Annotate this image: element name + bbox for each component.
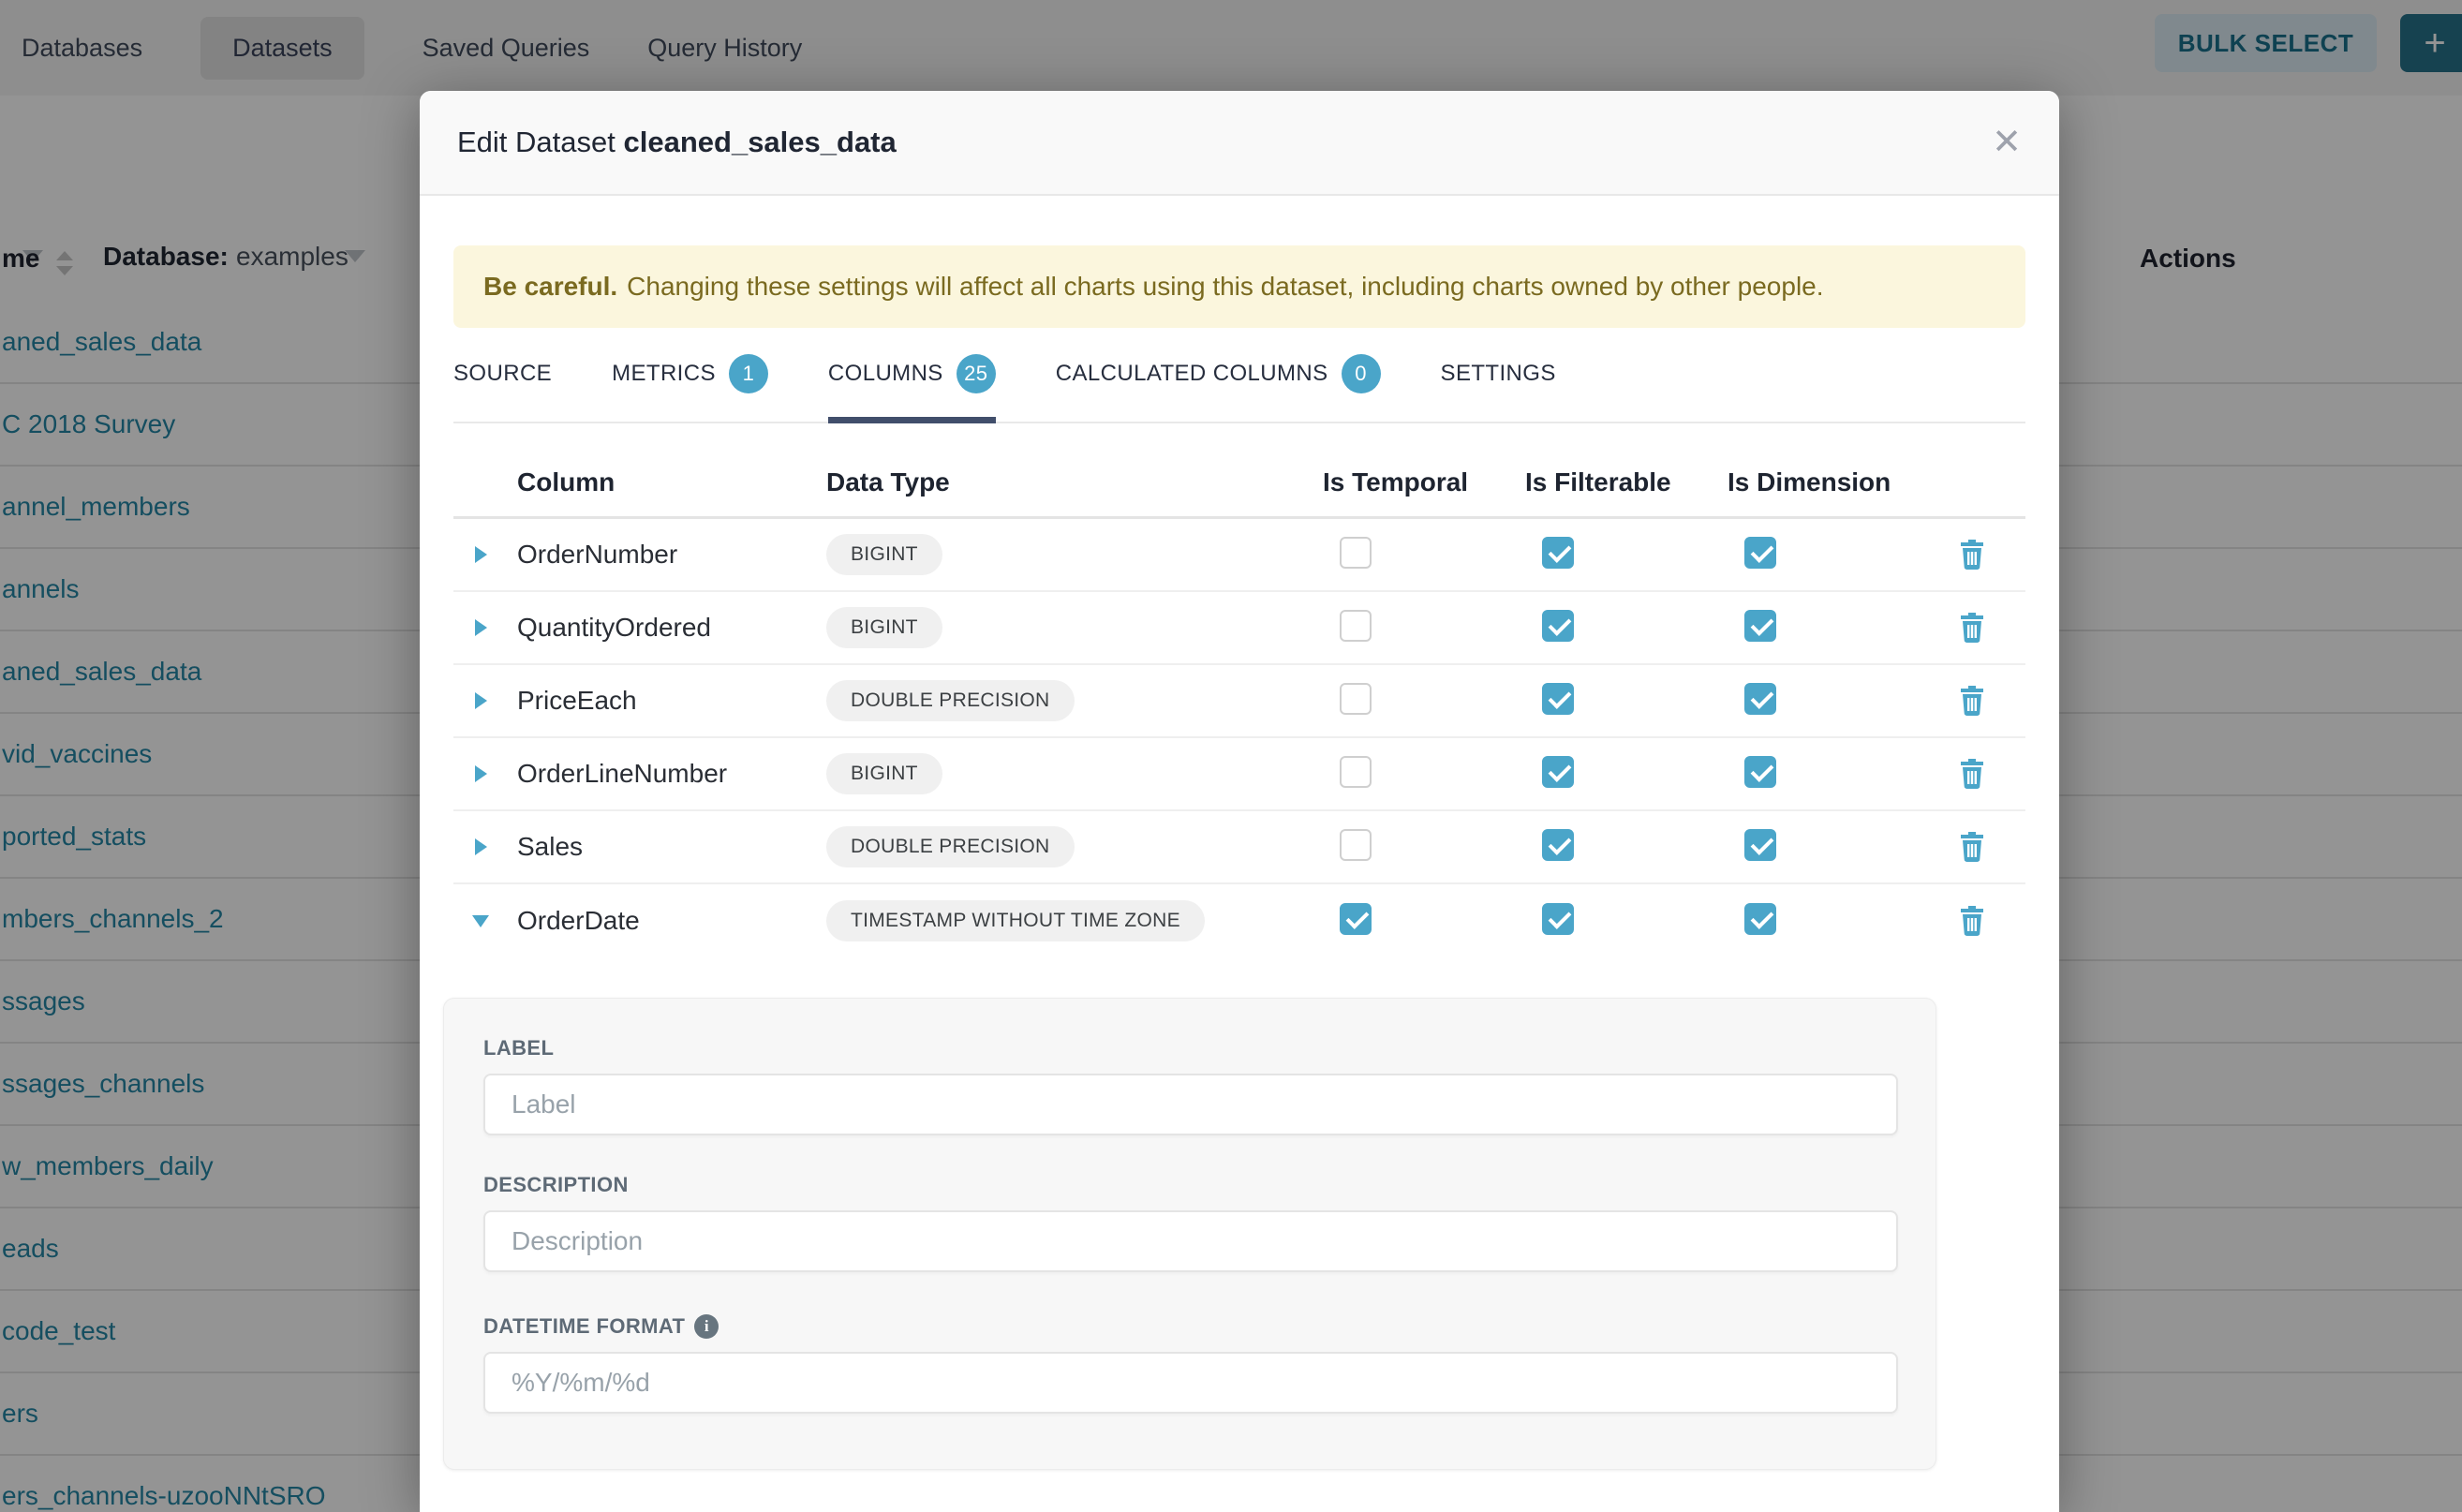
label-input[interactable] (483, 1074, 1898, 1135)
header-data-type: Data Type (817, 467, 1323, 497)
header-is-filterable: Is Filterable (1525, 467, 1728, 497)
collapse-caret-icon[interactable] (472, 915, 489, 927)
screen: Databases Datasets Saved Queries Query H… (0, 0, 2462, 1512)
modal-tabs: SOURCE METRICS 1 COLUMNS 25 CALCULATED C… (453, 348, 2025, 423)
column-name: OrderNumber (508, 540, 817, 570)
is-filterable-checkbox[interactable] (1542, 683, 1574, 715)
is-temporal-checkbox[interactable] (1340, 537, 1372, 569)
data-type-pill: BIGINT (826, 753, 942, 794)
column-row-orderdate: OrderDate TIMESTAMP WITHOUT TIME ZONE (453, 884, 2025, 957)
is-dimension-checkbox[interactable] (1744, 683, 1776, 715)
column-name: PriceEach (508, 686, 817, 716)
column-name: OrderDate (508, 906, 817, 936)
expand-caret-icon[interactable] (475, 765, 487, 782)
column-row-ordernumber: OrderNumber BIGINT (453, 519, 2025, 592)
is-filterable-checkbox[interactable] (1542, 610, 1574, 642)
data-type-pill: DOUBLE PRECISION (826, 680, 1075, 721)
expand-caret-icon[interactable] (475, 692, 487, 709)
modal-title-prefix: Edit Dataset (457, 126, 616, 158)
warning-banner-bold: Be careful. (483, 272, 617, 302)
columns-count-badge: 25 (957, 354, 996, 393)
is-dimension-checkbox[interactable] (1744, 537, 1776, 569)
columns-table-header: Column Data Type Is Temporal Is Filterab… (453, 423, 2025, 519)
data-type-pill: BIGINT (826, 534, 942, 575)
is-filterable-checkbox[interactable] (1542, 537, 1574, 569)
label-field-label: LABEL (483, 1036, 1896, 1060)
column-name: QuantityOrdered (508, 613, 817, 643)
description-field-label: DESCRIPTION (483, 1173, 1896, 1197)
close-icon[interactable]: ✕ (1992, 125, 2022, 160)
header-column: Column (508, 467, 817, 497)
is-temporal-checkbox[interactable] (1340, 683, 1372, 715)
delete-icon[interactable] (1958, 831, 1986, 863)
delete-icon[interactable] (1958, 758, 1986, 790)
datetime-format-field-label: DATETIME FORMAT i (483, 1314, 1896, 1339)
column-row-sales: Sales DOUBLE PRECISION (453, 811, 2025, 884)
modal-header: Edit Dataset cleaned_sales_data ✕ (420, 91, 2059, 196)
column-detail-panel: LABEL DESCRIPTION DATETIME FORMAT i (443, 998, 1936, 1470)
expand-caret-icon[interactable] (475, 546, 487, 563)
is-filterable-checkbox[interactable] (1542, 903, 1574, 935)
delete-icon[interactable] (1958, 905, 1986, 937)
info-icon[interactable]: i (694, 1314, 719, 1339)
metrics-count-badge: 1 (729, 354, 768, 393)
warning-banner: Be careful. Changing these settings will… (453, 245, 2025, 328)
warning-banner-text: Changing these settings will affect all … (627, 272, 1823, 302)
is-dimension-checkbox[interactable] (1744, 610, 1776, 642)
edit-dataset-modal: Edit Dataset cleaned_sales_data ✕ Be car… (420, 91, 2059, 1512)
column-row-priceeach: PriceEach DOUBLE PRECISION (453, 665, 2025, 738)
is-filterable-checkbox[interactable] (1542, 829, 1574, 861)
data-type-pill: DOUBLE PRECISION (826, 826, 1075, 867)
expand-caret-icon[interactable] (475, 838, 487, 855)
header-is-temporal: Is Temporal (1323, 467, 1525, 497)
column-row-quantityordered: QuantityOrdered BIGINT (453, 592, 2025, 665)
modal-dataset-name: cleaned_sales_data (624, 126, 897, 158)
is-temporal-checkbox[interactable] (1340, 610, 1372, 642)
expand-caret-icon[interactable] (475, 619, 487, 636)
is-temporal-checkbox[interactable] (1340, 829, 1372, 861)
column-row-orderlinenumber: OrderLineNumber BIGINT (453, 738, 2025, 811)
is-temporal-checkbox[interactable] (1340, 903, 1372, 935)
tab-metrics[interactable]: METRICS 1 (612, 348, 768, 422)
delete-icon[interactable] (1958, 685, 1986, 717)
tab-columns[interactable]: COLUMNS 25 (828, 348, 996, 422)
header-is-dimension: Is Dimension (1728, 467, 1952, 497)
column-name: Sales (508, 832, 817, 862)
tab-calculated-columns[interactable]: CALCULATED COLUMNS 0 (1056, 348, 1381, 422)
tab-settings[interactable]: SETTINGS (1441, 348, 1556, 422)
is-temporal-checkbox[interactable] (1340, 756, 1372, 788)
is-dimension-checkbox[interactable] (1744, 829, 1776, 861)
datetime-format-input[interactable] (483, 1352, 1898, 1414)
is-dimension-checkbox[interactable] (1744, 756, 1776, 788)
is-filterable-checkbox[interactable] (1542, 756, 1574, 788)
tab-source[interactable]: SOURCE (453, 348, 552, 422)
column-name: OrderLineNumber (508, 759, 817, 789)
modal-body: Be careful. Changing these settings will… (420, 245, 2059, 1470)
delete-icon[interactable] (1958, 612, 1986, 644)
data-type-pill: TIMESTAMP WITHOUT TIME ZONE (826, 900, 1205, 941)
is-dimension-checkbox[interactable] (1744, 903, 1776, 935)
delete-icon[interactable] (1958, 539, 1986, 571)
data-type-pill: BIGINT (826, 607, 942, 648)
modal-title: Edit Dataset cleaned_sales_data (457, 126, 897, 159)
calculated-columns-count-badge: 0 (1342, 354, 1381, 393)
description-input[interactable] (483, 1210, 1898, 1272)
